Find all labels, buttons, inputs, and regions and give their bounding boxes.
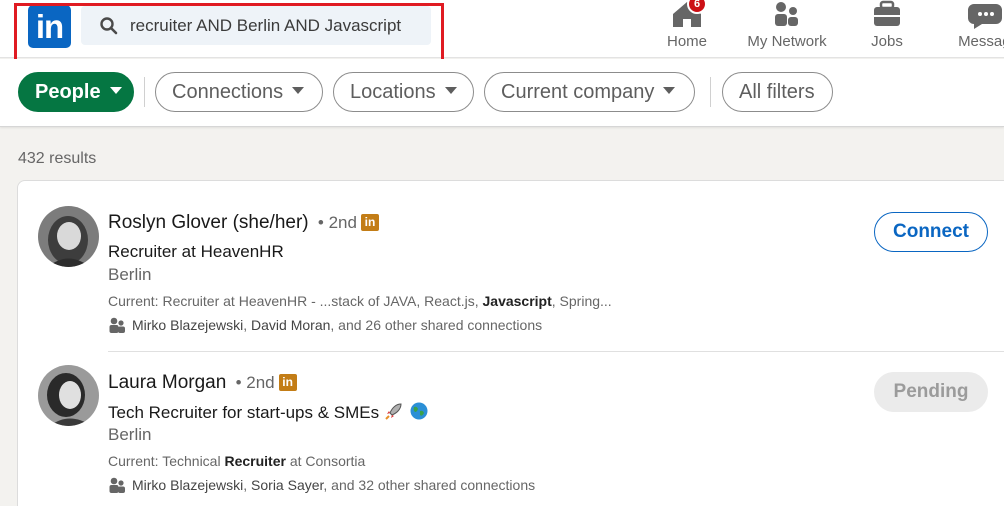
connect-button[interactable]: Connect — [874, 212, 988, 252]
nav-home[interactable]: 6 Home — [660, 0, 714, 58]
nav-home-label: Home — [666, 33, 707, 50]
shared-connections[interactable]: Mirko Blazejewski, David Moran, and 26 o… — [108, 317, 542, 333]
premium-badge-icon: in — [278, 374, 297, 391]
nav-messaging-label: Messagi — [958, 33, 1004, 50]
result-name-link[interactable]: Roslyn Glover (she/her) — [108, 212, 309, 233]
globe-icon — [410, 402, 428, 420]
network-icon — [775, 2, 798, 26]
premium-badge-icon: in — [360, 214, 379, 231]
rocket-icon — [385, 403, 402, 420]
shared-connections-icon — [109, 317, 125, 333]
current-suffix: , Spring... — [551, 293, 612, 309]
shared-connections[interactable]: Mirko Blazejewski, Soria Sayer, and 32 o… — [108, 477, 535, 493]
caret-down-icon — [292, 87, 305, 95]
connection-degree: • 2nd — [317, 213, 357, 232]
search-icon — [100, 17, 118, 35]
current-suffix: at Consortia — [285, 453, 366, 469]
current-prefix: Current: Recruiter at HeavenHR - ...stac… — [108, 293, 483, 309]
locations-filter-button[interactable]: Locations — [333, 72, 474, 112]
top-navigation: in 6 Home My Network Jobs — [0, 0, 1004, 58]
avatar[interactable] — [38, 365, 99, 426]
pending-button[interactable]: Pending — [874, 372, 988, 412]
nav-jobs[interactable]: Jobs — [862, 0, 912, 58]
connections-filter-button[interactable]: Connections — [155, 72, 323, 112]
result-location: Berlin — [108, 425, 152, 444]
current-prefix: Current: Technical — [108, 453, 225, 469]
all-filters-label: All filters — [739, 81, 815, 103]
results-card: Roslyn Glover (she/her) • 2nd in Recruite… — [17, 180, 1004, 506]
caret-down-icon — [663, 87, 676, 95]
locations-filter-label: Locations — [350, 81, 436, 103]
result-current-position: Current: Technical Recruiter at Consorti… — [108, 453, 365, 469]
nav-jobs-label: Jobs — [871, 33, 903, 50]
shared-connection-name[interactable]: Mirko Blazejewski — [132, 477, 243, 493]
shared-connection-name[interactable]: Soria Sayer — [251, 477, 323, 493]
nav-messaging[interactable]: Messagi — [946, 0, 1004, 58]
result-name-line: Laura Morgan • 2nd in — [108, 372, 297, 394]
results-count: 432 results — [18, 150, 97, 167]
search-input[interactable] — [130, 6, 425, 45]
current-keyword: Javascript — [482, 293, 552, 309]
profile-photo — [38, 206, 99, 267]
separator-text: , — [243, 477, 252, 493]
result-headline: Recruiter at HeavenHR — [108, 242, 284, 261]
nav-my-network[interactable]: My Network — [742, 0, 832, 58]
result-current-position: Current: Recruiter at HeavenHR - ...stac… — [108, 293, 612, 309]
shared-connection-name[interactable]: David Moran — [251, 317, 330, 333]
headline-text: Tech Recruiter for start-ups & SMEs — [108, 403, 380, 422]
shared-connections-rest: , and 32 other shared connections — [323, 477, 536, 493]
messaging-icon — [968, 4, 1002, 29]
shared-connection-name[interactable]: Mirko Blazejewski — [132, 317, 243, 333]
divider — [710, 77, 711, 107]
current-company-filter-button[interactable]: Current company — [484, 72, 695, 112]
current-company-filter-label: Current company — [501, 81, 655, 103]
result-name-line: Roslyn Glover (she/her) • 2nd in — [108, 212, 379, 234]
briefcase-icon — [874, 0, 900, 26]
result-location: Berlin — [108, 265, 152, 284]
linkedin-logo[interactable]: in — [28, 5, 71, 48]
search-box[interactable] — [81, 6, 431, 45]
avatar[interactable] — [38, 206, 99, 267]
people-filter-label: People — [35, 81, 101, 103]
profile-photo — [38, 365, 99, 426]
shared-connections-rest: , and 26 other shared connections — [330, 317, 543, 333]
people-filter-button[interactable]: People — [18, 72, 134, 112]
shared-connections-icon — [109, 477, 125, 493]
current-keyword: Recruiter — [224, 453, 286, 469]
nav-my-network-label: My Network — [747, 33, 827, 50]
all-filters-button[interactable]: All filters — [722, 72, 833, 112]
result-name-link[interactable]: Laura Morgan — [108, 372, 226, 393]
caret-down-icon — [109, 87, 122, 95]
connections-filter-label: Connections — [172, 81, 284, 103]
filter-bar: People Connections Locations Current com… — [0, 59, 1004, 127]
divider — [144, 77, 145, 107]
connection-degree: • 2nd — [235, 373, 275, 392]
result-headline: Tech Recruiter for start-ups & SMEs — [108, 401, 429, 423]
separator-text: , — [243, 317, 252, 333]
caret-down-icon — [444, 87, 457, 95]
result-divider — [108, 351, 1004, 352]
